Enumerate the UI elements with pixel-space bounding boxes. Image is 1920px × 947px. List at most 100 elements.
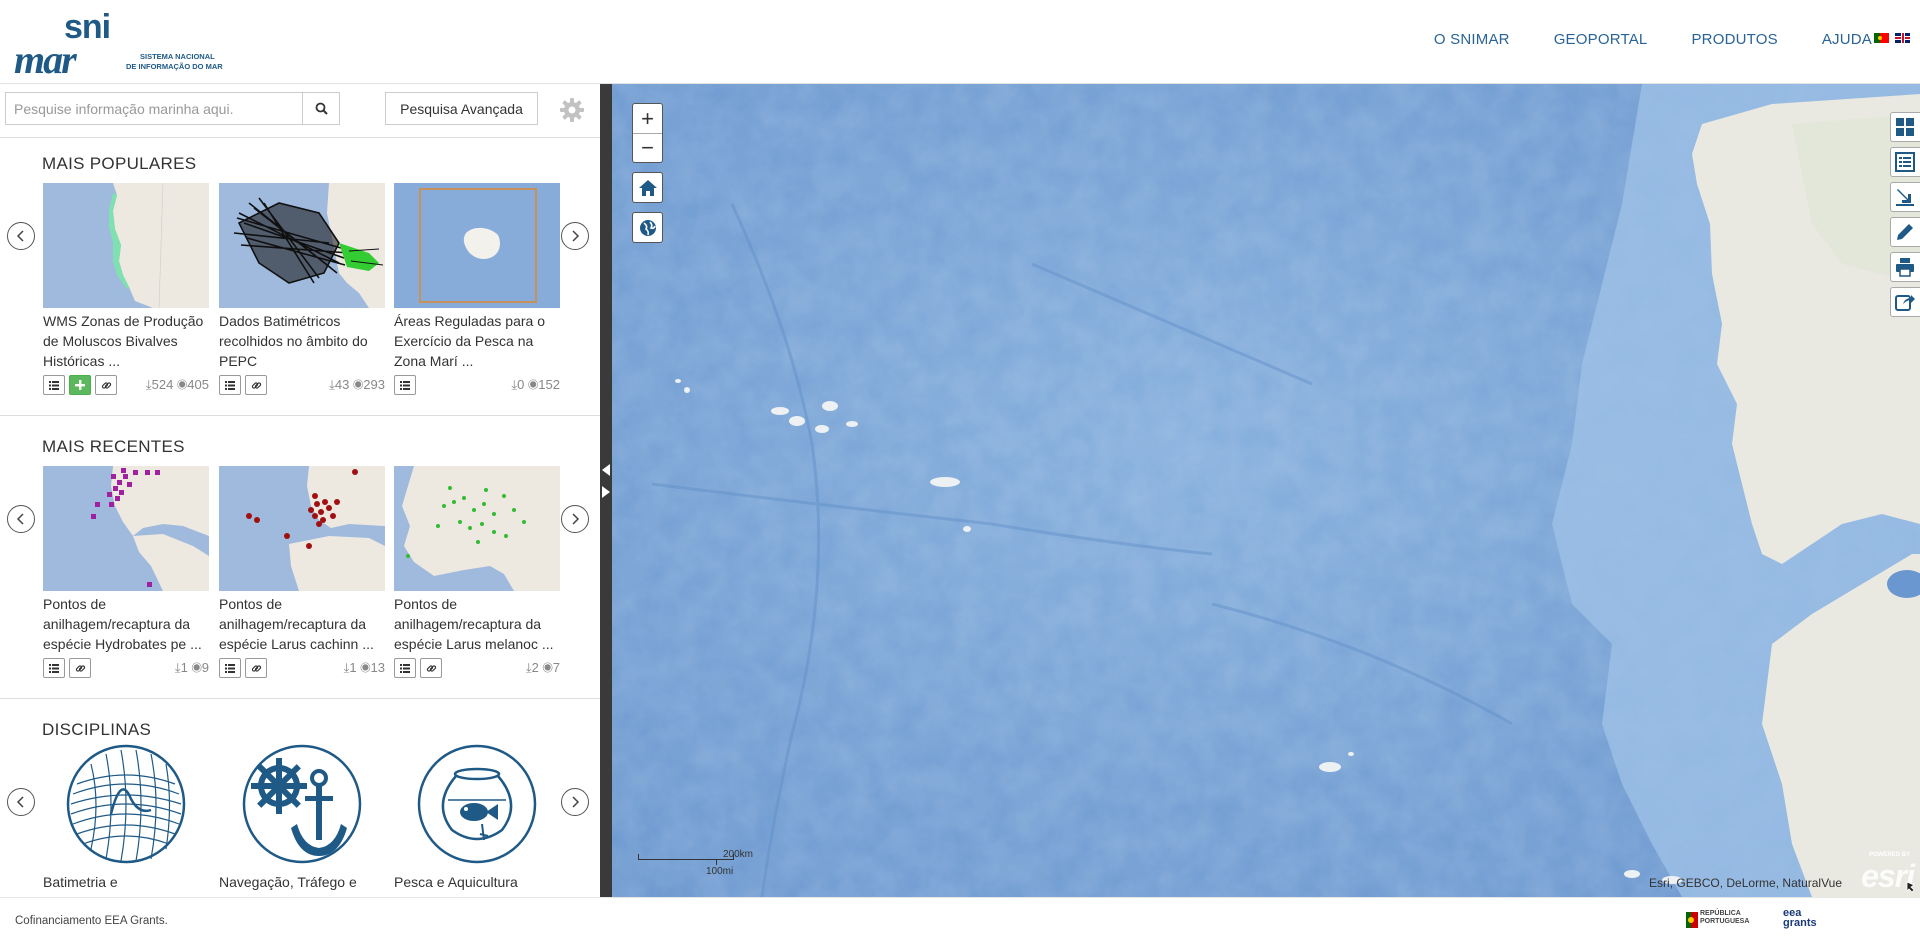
nav-snimar[interactable]: O SNIMAR [1434, 31, 1510, 48]
nav-ajuda[interactable]: AJUDA [1822, 31, 1872, 48]
link-button[interactable] [95, 375, 117, 395]
pt-flag-icon[interactable] [1874, 33, 1889, 43]
popular-card-2[interactable]: Dados Batimétricos recolhidos no âmbito … [219, 183, 385, 397]
card-stats: ⤓1 ◉13 [344, 660, 385, 676]
rp-line-1: REPÚBLICA [1700, 910, 1741, 917]
logo-tagline-1: SISTEMA NACIONAL [140, 52, 215, 61]
card-footer: ⤓1 ◉9 [43, 658, 209, 680]
popular-card-3[interactable]: Áreas Reguladas para o Exercício da Pesc… [394, 183, 560, 397]
card-thumbnail[interactable] [43, 183, 209, 308]
link-button[interactable] [69, 658, 91, 678]
search-input[interactable] [6, 93, 302, 124]
card-title[interactable]: WMS Zonas de Produção de Moluscos Bivalv… [43, 311, 209, 373]
anchor-helm-icon [242, 744, 362, 864]
divider [0, 698, 600, 699]
link-icon [251, 381, 261, 389]
card-thumbnail[interactable] [43, 466, 209, 591]
header: sni mar SISTEMA NACIONAL DE INFORMAÇÃO D… [0, 0, 1920, 84]
list-icon [49, 380, 59, 390]
card-thumbnail[interactable] [394, 466, 560, 591]
print-icon [1896, 258, 1914, 277]
share-tool-button[interactable] [1890, 287, 1920, 317]
discipline-navigation[interactable]: Navegação, Tráfego e [219, 744, 385, 890]
left-panel: Pesquisa Avançada MAIS POPULARES [0, 84, 600, 897]
eea-grants-logo[interactable]: eea grants [1783, 908, 1817, 929]
card-title[interactable]: Pontos de anilhagem/recaptura da espécie… [219, 594, 385, 656]
recent-prev-button[interactable] [7, 505, 35, 533]
recent-card-1[interactable]: Pontos de anilhagem/recaptura da espécie… [43, 466, 209, 680]
map-attribution: Esri, GEBCO, DeLorme, NaturalVue [1649, 876, 1842, 890]
discipline-label[interactable]: Navegação, Tráfego e [219, 874, 385, 890]
eea-line-2: grants [1783, 917, 1817, 929]
popular-next-button[interactable] [561, 222, 589, 250]
advanced-search-button[interactable]: Pesquisa Avançada [385, 92, 538, 125]
nav-geoportal[interactable]: GEOPORTAL [1554, 31, 1648, 48]
link-button[interactable] [420, 658, 442, 678]
zoom-control: + − [632, 103, 663, 163]
disciplines-prev-button[interactable] [7, 788, 35, 816]
card-thumbnail[interactable] [219, 183, 385, 308]
chevron-right-icon [572, 513, 580, 525]
card-thumbnail[interactable] [394, 183, 560, 308]
panel-splitter[interactable] [600, 84, 612, 897]
recent-section: MAIS RECENTES Pontos de anilhagem/recapt… [0, 437, 600, 707]
view-count: 9 [201, 660, 209, 675]
collapse-arrows-icon[interactable] [600, 464, 612, 504]
draw-tool-button[interactable] [1890, 217, 1920, 247]
download-tool-button[interactable] [1890, 182, 1920, 212]
basemap-button[interactable] [632, 212, 663, 243]
link-icon [251, 664, 261, 672]
recent-next-button[interactable] [561, 505, 589, 533]
download-icon [1896, 189, 1914, 206]
discipline-fisheries[interactable]: Pesca e Aquicultura [394, 744, 560, 890]
card-title[interactable]: Pontos de anilhagem/recaptura da espécie… [43, 594, 209, 656]
layers-list-button[interactable] [1890, 147, 1920, 177]
eye-icon: ◉ [528, 377, 539, 392]
search-button[interactable] [302, 93, 339, 124]
grid-tool-button[interactable] [1890, 112, 1920, 142]
list-icon [49, 663, 59, 673]
gear-icon[interactable] [559, 97, 585, 123]
en-flag-icon[interactable] [1895, 33, 1910, 43]
nav-produtos[interactable]: PRODUTOS [1691, 31, 1777, 48]
popular-prev-button[interactable] [7, 222, 35, 250]
card-stats: ⤓524 ◉405 [146, 377, 209, 393]
link-button[interactable] [245, 658, 267, 678]
zoom-in-button[interactable]: + [633, 104, 662, 133]
card-footer: ⤓43 ◉293 [219, 375, 385, 397]
discipline-label[interactable]: Batimetria e [43, 874, 209, 890]
rp-line-2: PORTUGUESA [1700, 918, 1750, 925]
discipline-bathymetry[interactable]: Batimetria e [43, 744, 209, 890]
resize-cursor-icon [1906, 881, 1915, 893]
zoom-out-button[interactable]: − [633, 133, 662, 162]
add-to-map-button[interactable] [69, 375, 91, 395]
republica-portuguesa-logo[interactable]: REPÚBLICA PORTUGUESA [1686, 910, 1750, 928]
home-button[interactable] [632, 172, 663, 203]
metadata-button[interactable] [219, 375, 241, 395]
card-title[interactable]: Áreas Reguladas para o Exercício da Pesc… [394, 311, 560, 373]
eye-icon: ◉ [177, 377, 188, 392]
divider [0, 137, 600, 138]
card-title[interactable]: Pontos de anilhagem/recaptura da espécie… [394, 594, 560, 656]
popular-card-1[interactable]: WMS Zonas de Produção de Moluscos Bivalv… [43, 183, 209, 397]
metadata-button[interactable] [219, 658, 241, 678]
card-thumbnail[interactable] [219, 466, 385, 591]
scale-km-label: 200km [723, 849, 754, 860]
print-tool-button[interactable] [1890, 252, 1920, 282]
metadata-button[interactable] [43, 658, 65, 678]
discipline-label[interactable]: Pesca e Aquicultura [394, 874, 560, 890]
metadata-button[interactable] [43, 375, 65, 395]
card-footer: ⤓524 ◉405 [43, 375, 209, 397]
card-stats: ⤓0 ◉152 [511, 377, 560, 393]
recent-card-3[interactable]: Pontos de anilhagem/recaptura da espécie… [394, 466, 560, 680]
recent-card-2[interactable]: Pontos de anilhagem/recaptura da espécie… [219, 466, 385, 680]
view-count: 13 [370, 660, 385, 675]
snimar-logo[interactable]: sni mar SISTEMA NACIONAL DE INFORMAÇÃO D… [14, 8, 244, 82]
link-button[interactable] [245, 375, 267, 395]
card-footer: ⤓1 ◉13 [219, 658, 385, 680]
metadata-button[interactable] [394, 375, 416, 395]
metadata-button[interactable] [394, 658, 416, 678]
card-title[interactable]: Dados Batimétricos recolhidos no âmbito … [219, 311, 385, 373]
disciplines-next-button[interactable] [561, 788, 589, 816]
map-view[interactable]: + − 200km 100mi Esri, GEBCO, DeLorme, Na… [612, 84, 1920, 897]
